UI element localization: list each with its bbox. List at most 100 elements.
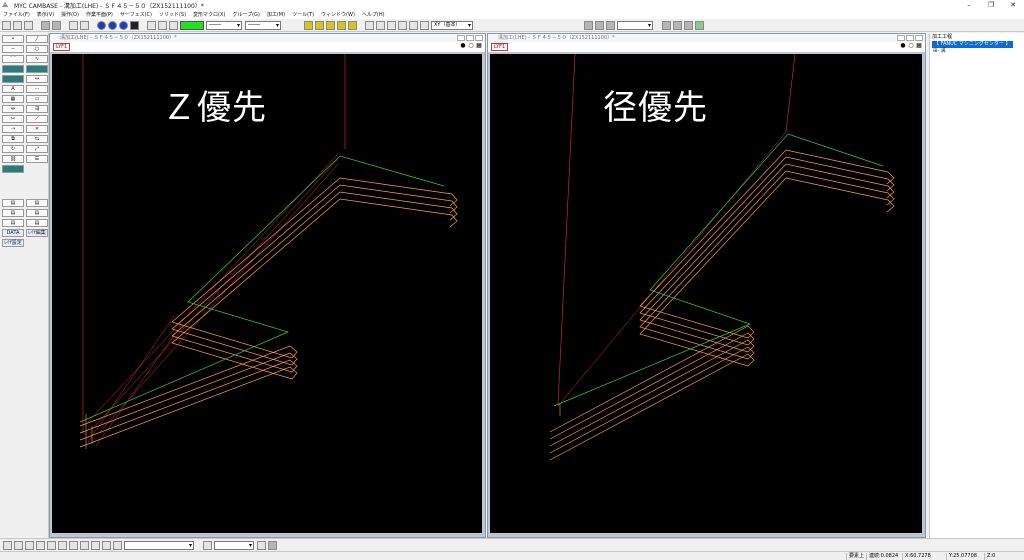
hollow-view-icon[interactable]: ○ — [908, 43, 914, 49]
wireframe-icon[interactable] — [130, 20, 139, 30]
viewport-minimize-button[interactable] — [897, 35, 905, 41]
layer-tool-icon-5[interactable]: ▤ — [2, 219, 24, 227]
attribute-tool-icon[interactable]: ☰ — [26, 155, 48, 163]
redraw-icon[interactable] — [420, 20, 429, 30]
node-tool-icon[interactable]: ⋯ — [26, 85, 48, 93]
solid-view-icon[interactable]: ● — [900, 43, 906, 49]
view-top-icon[interactable] — [326, 20, 335, 30]
viewport-close-button[interactable] — [475, 35, 483, 41]
layer-tool-icon-6[interactable]: ▤ — [26, 219, 48, 227]
layer-tool-icon-4[interactable]: ▤ — [26, 209, 48, 217]
layer-icon-2[interactable] — [52, 20, 61, 30]
circle-tool-icon[interactable]: ○ — [26, 45, 48, 53]
delete-tool-icon[interactable]: ✕ — [26, 125, 48, 133]
layer-edit-button[interactable]: ﾚｲﾔ編集 — [26, 229, 48, 237]
zoom-icon[interactable] — [365, 20, 374, 30]
menu-group[interactable]: グループ(G) — [232, 11, 259, 18]
layer-tab[interactable]: LYF1 — [53, 43, 71, 51]
graphics-viewport-left[interactable]: Ｚ優先 — [52, 54, 482, 533]
snap-tangent-icon[interactable] — [69, 540, 78, 550]
snap-auto-icon[interactable] — [91, 540, 100, 550]
verify-icon[interactable] — [673, 20, 682, 30]
line-type-select[interactable]: ──── — [206, 20, 242, 30]
snap-free-icon[interactable] — [102, 540, 111, 550]
simulate-icon[interactable] — [662, 20, 671, 30]
extend-tool-icon[interactable]: ⟋ — [26, 115, 48, 123]
line-width-select[interactable]: ──── — [245, 20, 281, 30]
menu-transform-macro[interactable]: 変形マクロ(X) — [193, 11, 225, 18]
new-file-icon[interactable] — [2, 20, 11, 30]
tree-machine-node[interactable]: 【 FANUC マシニングセンター 】 — [932, 41, 1013, 48]
layer-tool-icon-3[interactable]: ▤ — [2, 209, 24, 217]
menu-solid[interactable]: ソリッド(S) — [159, 11, 186, 18]
surface-tool-icon[interactable] — [2, 65, 24, 73]
line-tool-icon[interactable]: ╱ — [26, 35, 48, 43]
snap-near-icon[interactable] — [47, 540, 56, 550]
output-icon[interactable] — [684, 20, 693, 30]
snap-center-icon[interactable] — [36, 540, 45, 550]
zoom-fit-icon[interactable] — [376, 20, 385, 30]
viewport-close-button[interactable] — [915, 35, 923, 41]
save-file-icon[interactable] — [24, 20, 33, 30]
snap-grid-icon[interactable] — [58, 540, 67, 550]
viewport-window-right[interactable]: 溝加工(LHE) - ＳＦ４５－５０（ZX152111100）* LYF1 ● … — [487, 33, 926, 538]
open-file-icon[interactable] — [13, 20, 22, 30]
rotate-icon[interactable] — [398, 20, 407, 30]
line-horizontal-icon[interactable]: ─ — [2, 45, 24, 53]
snap-mid-icon[interactable] — [14, 540, 23, 550]
surface-tool-icon-2[interactable] — [26, 65, 48, 73]
view-iso-icon[interactable] — [348, 20, 357, 30]
grid-view-icon[interactable]: ▦ — [476, 43, 482, 49]
layer-tab[interactable]: LYF1 — [491, 43, 509, 51]
menu-machining[interactable]: 加工(M) — [267, 11, 285, 18]
trim-tool-icon[interactable]: ✂ — [2, 115, 24, 123]
text-tool-icon[interactable]: A — [2, 85, 24, 93]
layer-tool-icon[interactable]: ▤ — [2, 199, 24, 207]
viewport-maximize-button[interactable] — [466, 35, 474, 41]
snap-end-icon[interactable] — [3, 540, 12, 550]
shade-icon-3[interactable] — [119, 20, 128, 30]
hollow-view-icon[interactable]: ○ — [468, 43, 474, 49]
display-icon[interactable] — [147, 20, 156, 30]
post-icon[interactable] — [695, 20, 704, 30]
chain-tool-icon[interactable]: ⛓ — [2, 155, 24, 163]
rotate-tool-icon[interactable]: ↻ — [2, 145, 24, 153]
menu-operation[interactable]: 操作(O) — [61, 11, 79, 18]
offset-tool-icon[interactable]: ⇶ — [26, 105, 48, 113]
tool-icon-2[interactable] — [595, 20, 604, 30]
options-icon[interactable] — [268, 540, 277, 550]
maximize-button[interactable]: ❐ — [980, 0, 1002, 10]
dimension-tool-icon[interactable]: ↔ — [26, 75, 48, 83]
tool-icon[interactable] — [584, 20, 593, 30]
tool-icon-3[interactable] — [606, 20, 615, 30]
minimize-button[interactable]: – — [958, 0, 980, 10]
snap-perp-icon[interactable] — [80, 540, 89, 550]
data-button[interactable]: DATA — [2, 229, 24, 237]
shade-icon-2[interactable] — [108, 20, 117, 30]
measure-tool-icon[interactable]: ⇹ — [2, 105, 24, 113]
graphics-viewport-right[interactable]: 径優先 — [490, 54, 922, 533]
copy-tool-icon[interactable]: ⧉ — [2, 135, 24, 143]
render-icon[interactable] — [80, 20, 89, 30]
hatch-tool-icon[interactable]: ▦ — [2, 95, 24, 103]
pick-icon[interactable] — [257, 540, 266, 550]
view-front-icon[interactable] — [315, 20, 324, 30]
layer-tool-icon-2[interactable]: ▤ — [26, 199, 48, 207]
view-plane-select[interactable]: XY（基本） — [431, 20, 473, 30]
viewport-maximize-button[interactable] — [906, 35, 914, 41]
menu-file[interactable]: ファイル(F) — [3, 11, 30, 18]
curve-tool-icon[interactable]: ∿ — [26, 55, 48, 63]
pan-icon[interactable] — [387, 20, 396, 30]
move-tool-icon[interactable]: ⇢ — [2, 125, 24, 133]
zoom-window-icon[interactable] — [409, 20, 418, 30]
mirror-tool-icon[interactable]: ⇆ — [26, 135, 48, 143]
menu-view[interactable]: 表示(V) — [37, 11, 54, 18]
shade-icon[interactable] — [97, 20, 106, 30]
coordinate-input-2[interactable] — [214, 540, 254, 550]
current-color-swatch[interactable] — [180, 20, 204, 30]
solid-view-icon[interactable]: ● — [460, 43, 466, 49]
close-button[interactable]: ✕ — [1002, 0, 1024, 10]
pattern-tool-icon[interactable]: ▭ — [26, 95, 48, 103]
tree-groove-node[interactable]: ⊞- 溝 — [930, 48, 1024, 55]
snap-cross-icon[interactable] — [25, 540, 34, 550]
